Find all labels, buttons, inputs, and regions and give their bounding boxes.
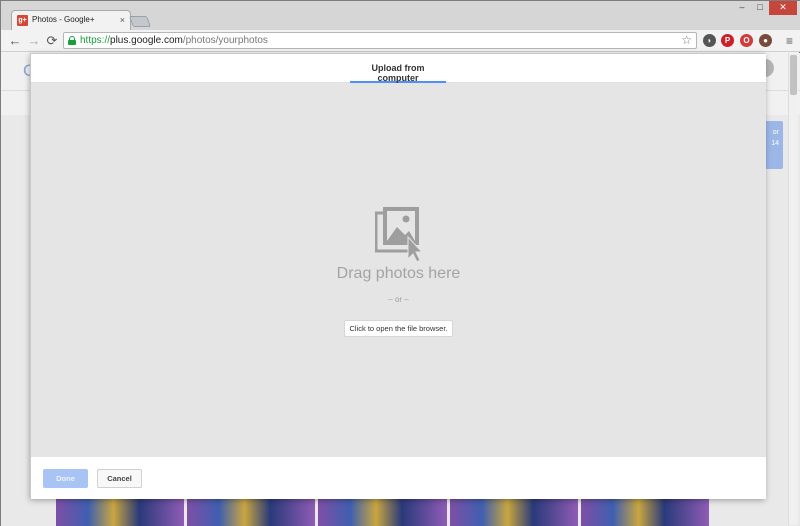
opera-icon[interactable]: O bbox=[740, 34, 753, 47]
bookmark-star-icon[interactable]: ☆ bbox=[681, 33, 692, 48]
photo-thumbnail[interactable] bbox=[580, 499, 710, 526]
title-bar: g+ Photos - Google+ × – □ ✕ bbox=[1, 1, 800, 31]
photo-strip bbox=[56, 499, 712, 526]
tab-title: Photos - Google+ bbox=[32, 15, 95, 24]
tab-upload-from-computer[interactable]: Upload from computer bbox=[350, 63, 446, 83]
photo-thumbnail[interactable] bbox=[449, 499, 578, 526]
photo-thumbnail[interactable] bbox=[56, 499, 185, 526]
upload-dialog: Upload from computer Drag photos here – … bbox=[30, 53, 766, 499]
cancel-button[interactable]: Cancel bbox=[97, 469, 142, 488]
window-controls: – □ ✕ bbox=[733, 1, 797, 15]
url-scheme: https:// bbox=[80, 35, 111, 46]
photo-dropzone[interactable]: Drag photos here – or – Click to open th… bbox=[31, 83, 766, 457]
url-text: https://plus.google.com/photos/yourphoto… bbox=[80, 35, 268, 47]
window-close-icon[interactable]: ✕ bbox=[769, 1, 797, 15]
url-path: /photos/yourphotos bbox=[182, 35, 268, 46]
photo-thumbnail[interactable] bbox=[187, 499, 316, 526]
reload-icon[interactable]: ⟳ bbox=[44, 33, 60, 49]
cookie-icon[interactable]: ● bbox=[759, 34, 772, 47]
dialog-header: Upload from computer bbox=[31, 54, 766, 83]
browser-menu-icon[interactable]: ≡ bbox=[786, 33, 793, 49]
done-button[interactable]: Done bbox=[43, 469, 88, 488]
or-separator: – or – bbox=[388, 295, 409, 304]
minimize-icon[interactable]: – bbox=[733, 1, 751, 15]
google-plus-favicon-icon: g+ bbox=[17, 15, 28, 26]
address-bar[interactable]: https://plus.google.com/photos/yourphoto… bbox=[63, 32, 697, 49]
photo-upload-icon bbox=[375, 207, 423, 263]
open-file-browser-button[interactable]: Click to open the file browser. bbox=[344, 320, 453, 337]
dialog-footer: Done Cancel bbox=[31, 457, 766, 499]
drag-photos-title: Drag photos here bbox=[336, 265, 461, 282]
browser-window: g+ Photos - Google+ × – □ ✕ ← → ⟳ https:… bbox=[0, 0, 800, 526]
forward-icon[interactable]: → bbox=[26, 33, 42, 49]
scroll-thumb[interactable] bbox=[790, 55, 797, 95]
photo-thumbnail[interactable] bbox=[318, 499, 447, 526]
tab-close-icon[interactable]: × bbox=[120, 14, 125, 26]
side-card-text: or 14 bbox=[771, 129, 779, 147]
maximize-icon[interactable]: □ bbox=[751, 1, 769, 15]
lock-icon bbox=[68, 36, 76, 45]
new-tab-button[interactable] bbox=[128, 16, 152, 27]
url-host: plus.google.com bbox=[110, 35, 183, 46]
pocket-icon[interactable]: ◗ bbox=[703, 34, 716, 47]
pinterest-icon[interactable]: P bbox=[721, 34, 734, 47]
back-icon[interactable]: ← bbox=[7, 33, 23, 49]
browser-toolbar: ← → ⟳ https://plus.google.com/photos/you… bbox=[1, 30, 800, 52]
browser-tab[interactable]: g+ Photos - Google+ × bbox=[11, 10, 131, 31]
page-scrollbar[interactable] bbox=[788, 53, 798, 525]
